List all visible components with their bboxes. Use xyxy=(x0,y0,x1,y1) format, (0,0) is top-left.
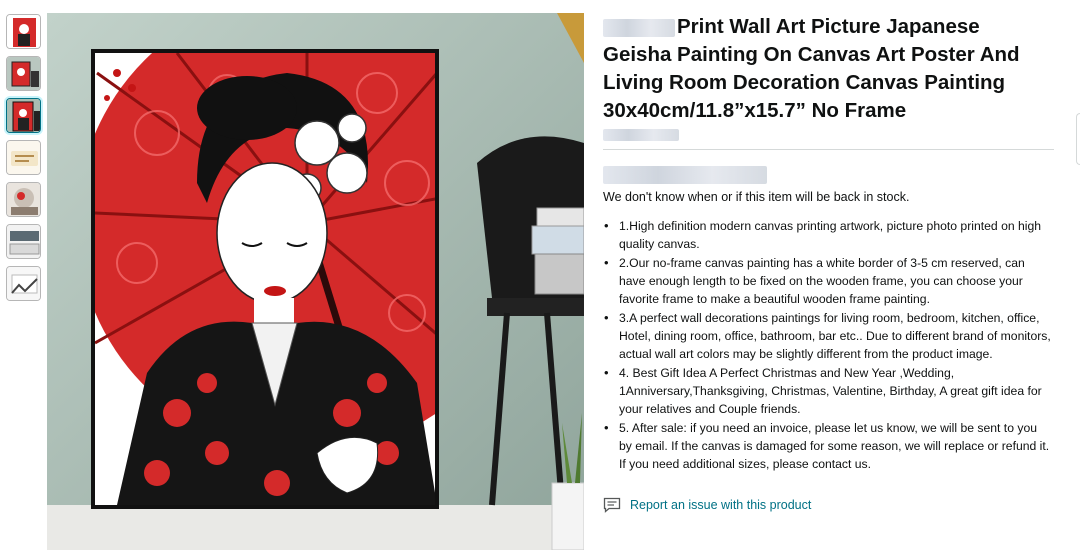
thumbnail-1[interactable] xyxy=(6,14,41,49)
thumbnail-7-image xyxy=(7,267,40,300)
feature-bullet-4: 4. Best Gift Idea A Perfect Christmas an… xyxy=(604,364,1053,418)
thumbnail-4[interactable] xyxy=(6,140,41,175)
product-details: Print Wall Art Picture Japanese Geisha P… xyxy=(603,13,1054,513)
thumbnail-5-image xyxy=(7,183,40,216)
thumbnail-6[interactable] xyxy=(6,224,41,259)
thumbnail-2[interactable] xyxy=(6,56,41,91)
title-divider xyxy=(603,149,1054,150)
thumbnail-3-selected[interactable] xyxy=(6,98,41,133)
store-link-redacted[interactable] xyxy=(603,129,679,141)
scroll-edge-tab[interactable] xyxy=(1076,113,1080,165)
message-square-icon xyxy=(603,497,621,513)
feature-bullet-2: 2.Our no-frame canvas painting has a whi… xyxy=(604,254,1053,308)
report-issue-label: Report an issue with this product xyxy=(630,498,812,512)
main-product-image[interactable] xyxy=(47,13,584,550)
thumbnail-5[interactable] xyxy=(6,182,41,217)
report-issue-link[interactable]: Report an issue with this product xyxy=(603,497,811,513)
thumbnail-strip xyxy=(6,14,42,308)
thumbnail-6-image xyxy=(7,225,40,258)
thumbnail-7[interactable] xyxy=(6,266,41,301)
thumbnail-2-image xyxy=(7,57,40,90)
feature-bullet-1: 1.High definition modern canvas printing… xyxy=(604,217,1053,253)
thumbnail-3-image xyxy=(7,99,40,132)
product-title: Print Wall Art Picture Japanese Geisha P… xyxy=(603,13,1053,125)
stock-message: We don't know when or if this item will … xyxy=(603,190,910,204)
feature-bullet-5: 5. After sale: if you need an invoice, p… xyxy=(604,419,1053,473)
geisha-painting-illustration xyxy=(47,13,584,550)
thumbnail-1-image xyxy=(7,15,40,48)
price-redacted xyxy=(603,166,767,184)
feature-bullet-3: 3.A perfect wall decorations paintings f… xyxy=(604,309,1053,363)
thumbnail-4-image xyxy=(7,141,40,174)
feature-bullets: 1.High definition modern canvas printing… xyxy=(603,217,1053,473)
brand-redacted xyxy=(603,18,675,37)
